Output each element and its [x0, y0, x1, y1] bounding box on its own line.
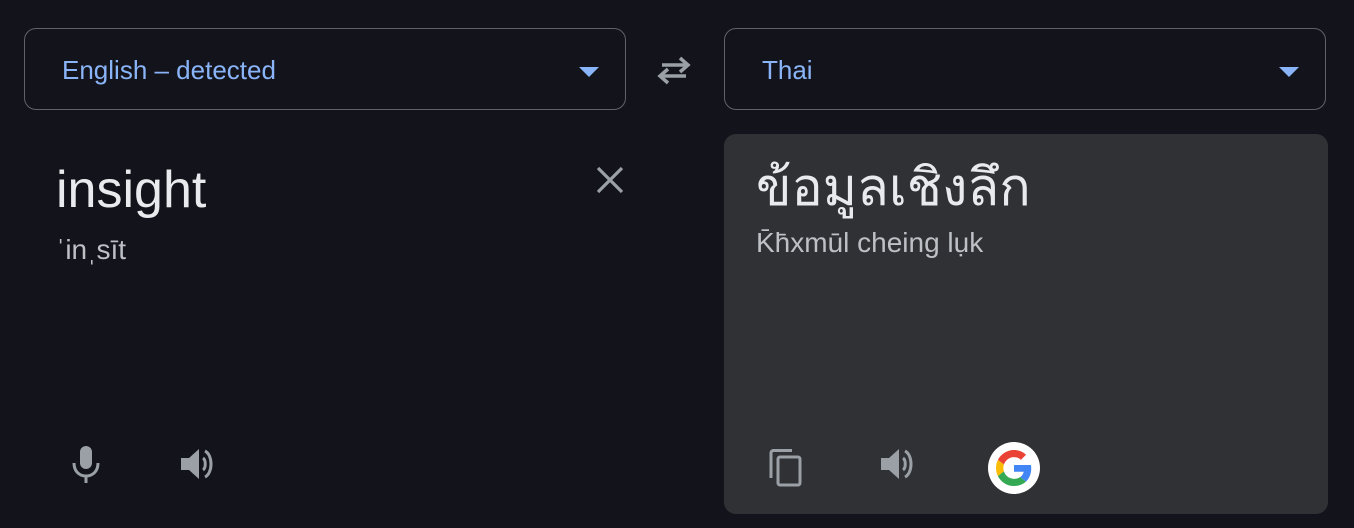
speaker-icon: [181, 449, 213, 479]
listen-source-button[interactable]: [174, 440, 222, 488]
microphone-button[interactable]: [62, 440, 110, 488]
copy-translation-button[interactable]: [762, 444, 810, 492]
close-icon: [596, 166, 624, 194]
source-language-label: English – detected: [62, 55, 276, 85]
source-text-panel[interactable]: insight ˈinˌsīt: [24, 134, 628, 514]
copy-icon: [769, 449, 802, 487]
listen-translation-button[interactable]: [874, 440, 922, 488]
google-logo-icon: [996, 450, 1032, 486]
swap-arrows-icon: [657, 56, 691, 85]
clear-source-button[interactable]: [590, 160, 630, 200]
caret-down-icon: [579, 67, 599, 77]
target-language-select[interactable]: Thai: [724, 28, 1326, 110]
source-phonetic: ˈinˌsīt: [56, 234, 126, 265]
google-badge[interactable]: [988, 442, 1040, 494]
microphone-icon: [72, 446, 100, 483]
source-text[interactable]: insight: [56, 160, 206, 220]
translation-panel: ข้อมูลเชิงลึก K̄h̄xmūl cheing lụk: [724, 134, 1328, 514]
transliteration-text: K̄h̄xmūl cheing lụk: [756, 227, 984, 258]
speaker-icon: [881, 449, 913, 479]
target-language-label: Thai: [762, 55, 813, 85]
source-language-select[interactable]: English – detected: [24, 28, 626, 110]
caret-down-icon: [1279, 67, 1299, 77]
swap-languages-button[interactable]: [648, 48, 700, 92]
translated-text: ข้อมูลเชิงลึก: [756, 159, 1031, 217]
